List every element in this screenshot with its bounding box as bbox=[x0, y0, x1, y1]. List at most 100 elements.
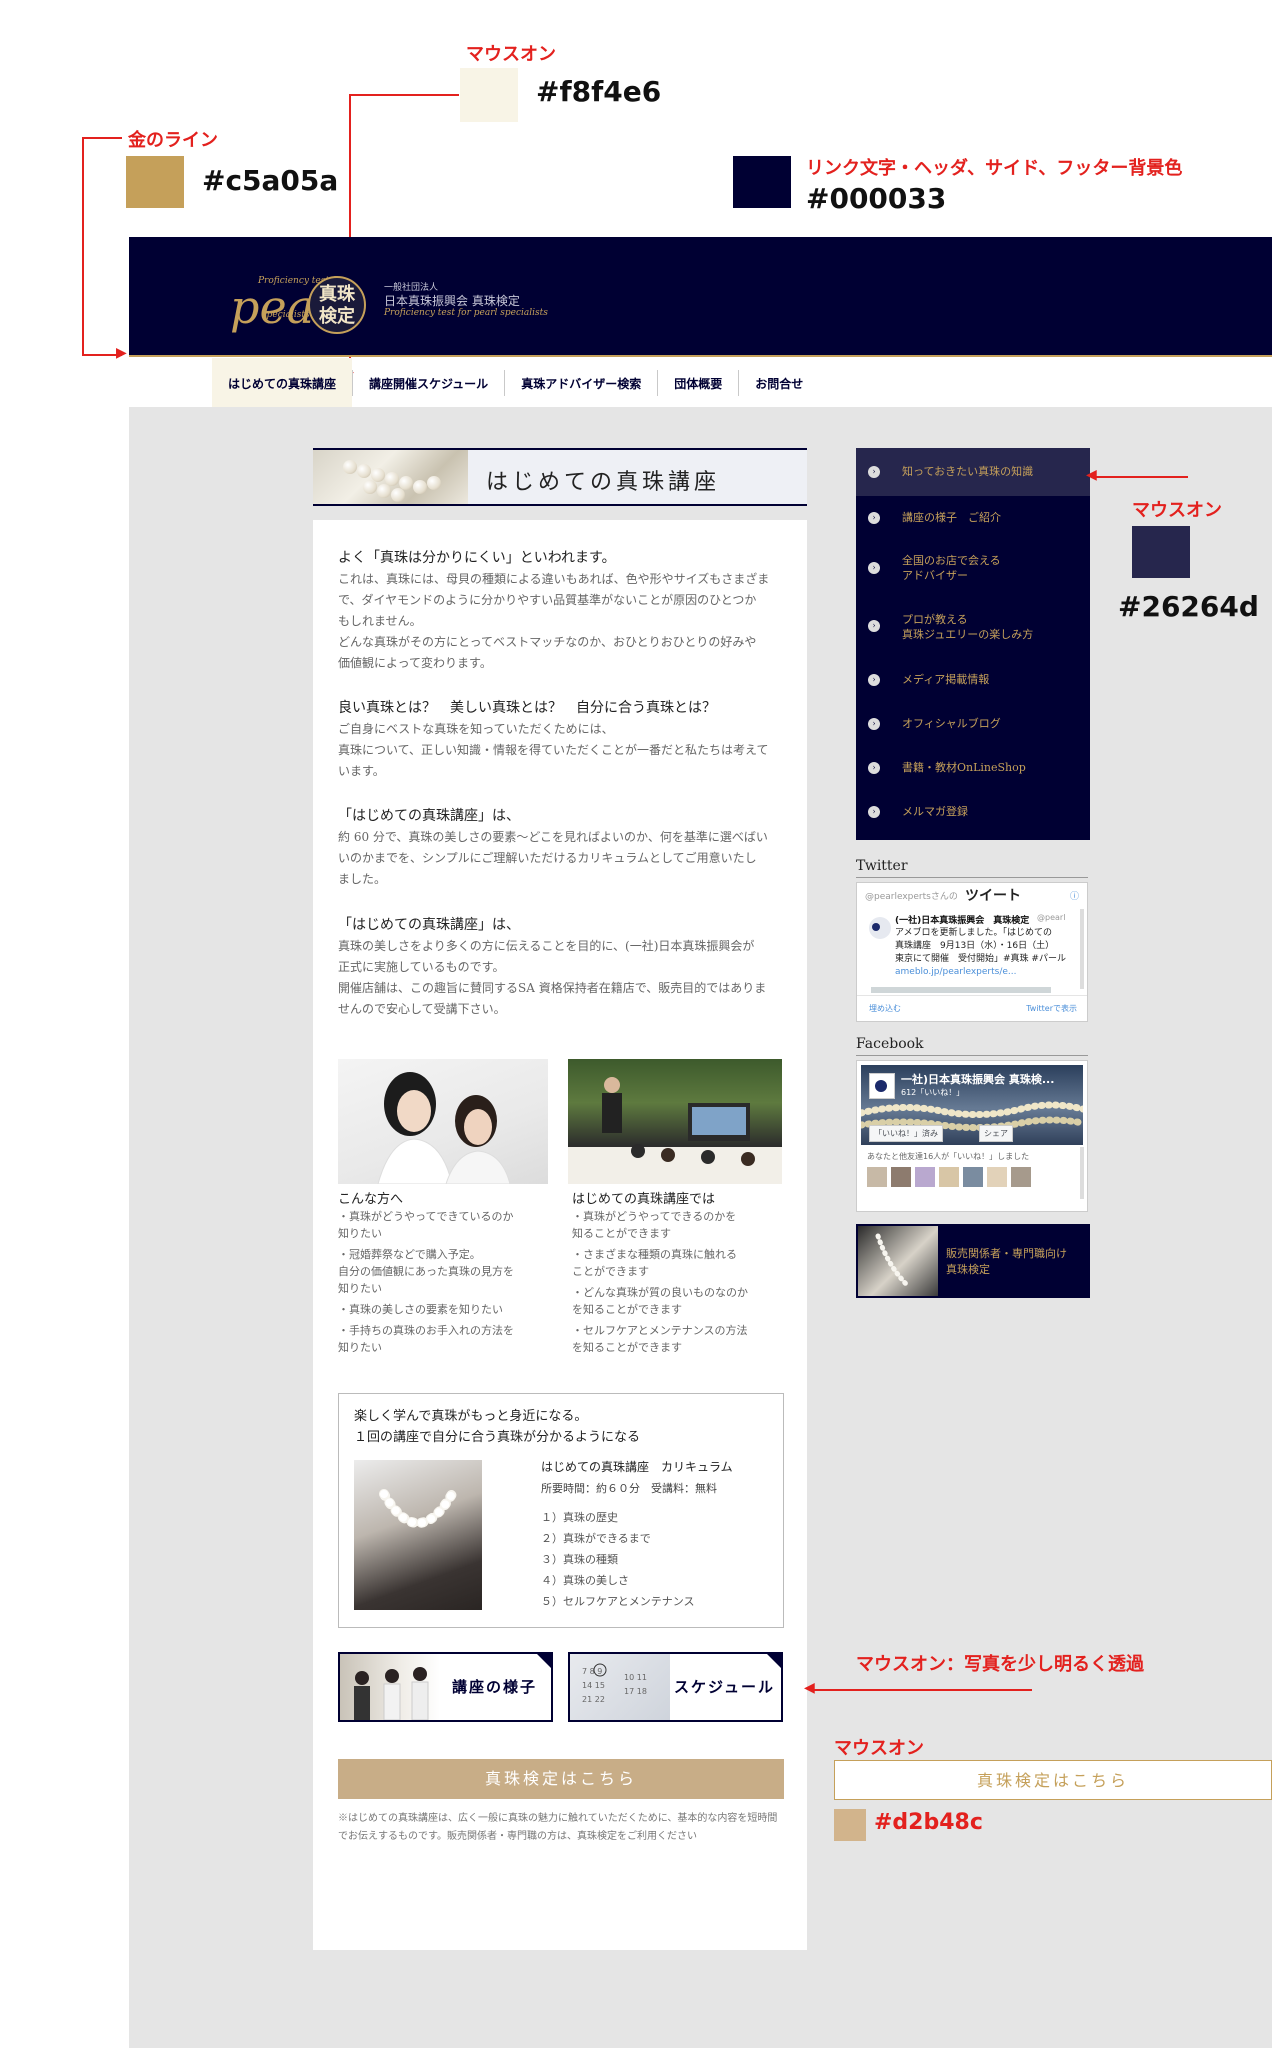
course-scene-photo bbox=[340, 1654, 440, 1720]
twitter-widget: @pearlexpertsさんの ツイート ⓘ (一社)日本真珠振興会 真珠検定… bbox=[856, 882, 1088, 1022]
gold-line bbox=[129, 355, 1272, 357]
curriculum-list: １）真珠の歴史 ２）真珠ができるまで ３）真珠の種類 ４）真珠の美しさ ５）セル… bbox=[541, 1507, 695, 1612]
swatch-cream bbox=[460, 68, 518, 122]
embed-link[interactable]: 埋め込む bbox=[869, 1003, 901, 1014]
tweet-handle: @pearl bbox=[1037, 913, 1066, 922]
benefit-list: ・真珠がどうやってできるのかを 知ることができます ・さまざまな種類の真珠に触れ… bbox=[572, 1208, 786, 1360]
paragraph-line: 正式に実施しているものです。 bbox=[338, 960, 505, 974]
pearls-image bbox=[313, 450, 468, 504]
annotation-arrow-icon: ▶ bbox=[116, 345, 127, 361]
side-menu-label: オフィシャルブログ bbox=[902, 717, 1001, 730]
facebook-friend-avatars bbox=[867, 1167, 1031, 1187]
avatar[interactable] bbox=[867, 1167, 887, 1187]
twitter-title: Twitter bbox=[856, 858, 908, 874]
chevron-right-icon: › bbox=[868, 562, 880, 574]
tweet-line: アメブロを更新しました。「はじめての bbox=[895, 928, 1053, 938]
list-item: ・手持ちの真珠のお手入れの方法を 知りたい bbox=[338, 1324, 514, 1354]
kentei-sidebar-banner[interactable]: 販売関係者・専門職向け 真珠検定 bbox=[856, 1224, 1090, 1298]
paragraph-line: せんので安心して受講下さい。 bbox=[338, 1002, 506, 1016]
annotation-button-hover-hex: #d2b48c bbox=[874, 1810, 983, 1835]
avatar[interactable] bbox=[963, 1167, 983, 1187]
course-note: ※はじめての真珠講座は、広く一般に真珠の魅力に触れていただくために、基本的な内容… bbox=[338, 1813, 778, 1842]
scrollbar[interactable] bbox=[1080, 909, 1084, 989]
avatar[interactable] bbox=[987, 1167, 1007, 1187]
scrollbar[interactable] bbox=[1080, 1147, 1084, 1199]
side-menu-label: 知っておきたい真珠の知識 bbox=[902, 465, 1034, 478]
logo-seal[interactable]: 真珠 検定 bbox=[308, 276, 366, 334]
avatar[interactable] bbox=[1011, 1167, 1031, 1187]
kentei-sidebar-label: 販売関係者・専門職向け 真珠検定 bbox=[946, 1247, 1067, 1276]
widget-divider bbox=[856, 1055, 1088, 1056]
view-on-twitter-link[interactable]: Twitterで表示 bbox=[1026, 1003, 1077, 1014]
calendar-photo: 7 8 9 14 15 21 22 10 11 17 18 bbox=[570, 1654, 670, 1720]
nav-item-about[interactable]: 団体概要 bbox=[658, 358, 738, 408]
curriculum-intro: 楽しく学んで真珠がもっと身近になる。 １回の講座で自分に合う真珠が分かるようにな… bbox=[354, 1406, 640, 1448]
facebook-friends-text: あなたと他友達16人が「いいね！」しました bbox=[867, 1152, 1030, 1161]
paragraph-line: もしれません。 bbox=[338, 614, 422, 628]
avatar[interactable] bbox=[915, 1167, 935, 1187]
annotation-arrow-icon: ◀ bbox=[1086, 467, 1097, 483]
nav-item-beginner-course[interactable]: はじめての真珠講座 bbox=[212, 358, 353, 408]
curriculum-title: はじめての真珠講座 カリキュラム bbox=[541, 1460, 733, 1474]
course-scene-banner[interactable]: 講座の様子 bbox=[338, 1652, 553, 1722]
women-photo bbox=[338, 1059, 548, 1184]
side-menu-item-blog[interactable]: › オフィシャルブログ bbox=[856, 702, 1090, 746]
paragraph-line: 価値観によって変わります。 bbox=[338, 656, 492, 670]
page-avatar[interactable] bbox=[869, 1073, 895, 1099]
side-menu-item-advisors[interactable]: › 全国のお店で会える アドバイザー bbox=[856, 540, 1090, 596]
banner-corner bbox=[767, 1654, 781, 1668]
avatar[interactable] bbox=[891, 1167, 911, 1187]
tweet-link[interactable]: ameblo.jp/pearlexperts/e... bbox=[895, 966, 1075, 979]
kentei-button[interactable]: 真珠検定はこちら bbox=[338, 1759, 784, 1799]
annotation-link-color-hex: #000033 bbox=[806, 182, 947, 215]
curriculum-item: ２）真珠ができるまで bbox=[541, 1532, 651, 1545]
paragraph-line: ご自身にベストな真珠を知っていただくためには、 bbox=[338, 722, 614, 736]
avatar[interactable] bbox=[869, 917, 891, 939]
side-menu-item-jewelry-tips[interactable]: › プロが教える 真珠ジュエリーの楽しみ方 bbox=[856, 596, 1090, 658]
side-menu: › 知っておきたい真珠の知識 › 講座の様子 ご紹介 › 全国のお店で会える ア… bbox=[856, 448, 1090, 840]
nav-item-schedule[interactable]: 講座開催スケジュール bbox=[353, 358, 504, 408]
facebook-liked-button[interactable]: 「いいね！」済み bbox=[869, 1125, 943, 1142]
facebook-cover[interactable]: 一社)日本真珠振興会 真珠検... 612「いいね！」 「いいね！」済み シェア bbox=[861, 1065, 1083, 1145]
side-menu-item-pearl-knowledge[interactable]: › 知っておきたい真珠の知識 bbox=[856, 448, 1090, 496]
paragraph-3: 「はじめての真珠講座」は、 約 60 分で、真珠の美しさの要素〜どこを見ればよい… bbox=[338, 805, 786, 890]
nav-item-contact[interactable]: お問合せ bbox=[739, 358, 819, 408]
info-icon[interactable]: ⓘ bbox=[1070, 889, 1079, 902]
curriculum-item: １）真珠の歴史 bbox=[541, 1511, 618, 1524]
swatch-tan bbox=[834, 1809, 866, 1841]
avatar[interactable] bbox=[939, 1167, 959, 1187]
page-title: はじめての真珠講座 bbox=[486, 470, 721, 495]
org-tagline: Proficiency test for pearl specialists bbox=[384, 308, 548, 318]
seal-line-1: 真珠 bbox=[319, 284, 355, 305]
target-list: ・真珠がどうやってできているのか 知りたい ・冠婚葬祭などで購入予定。 自分の価… bbox=[338, 1208, 548, 1360]
chevron-right-icon: › bbox=[868, 762, 880, 774]
paragraph-line: 開催店舗は、この趣旨に賛同するSA 資格保持者在籍店で、販売目的ではありま bbox=[338, 981, 767, 995]
facebook-page-name[interactable]: 一社)日本真珠振興会 真珠検... bbox=[901, 1071, 1054, 1087]
annotation-gold-line-hex: #c5a05a bbox=[202, 164, 339, 197]
tweet-line: 真珠講座 9月13日（水）・16日（土） bbox=[895, 941, 1055, 951]
paragraph-heading: 「はじめての真珠講座」は、 bbox=[338, 917, 520, 933]
chevron-right-icon: › bbox=[868, 512, 880, 524]
list-item: ・冠婚葬祭などで購入予定。 自分の価値観にあった真珠の見方を 知りたい bbox=[338, 1248, 514, 1295]
twitter-header: ツイート bbox=[965, 888, 1021, 904]
side-menu-item-course-scene[interactable]: › 講座の様子 ご紹介 bbox=[856, 496, 1090, 540]
facebook-share-button[interactable]: シェア bbox=[979, 1125, 1013, 1142]
svg-text:10 11: 10 11 bbox=[624, 1673, 647, 1682]
annotation-nav-hover-label: マウスオン bbox=[466, 44, 556, 65]
annotation-banner-hover-label: マウスオン：写真を少し明るく透過 bbox=[856, 1654, 1144, 1675]
annotation-nav-hover-hex: #f8f4e6 bbox=[536, 75, 662, 108]
page-title-bar: はじめての真珠講座 bbox=[313, 448, 807, 506]
side-menu-item-shop[interactable]: › 書籍・教材OnLineShop bbox=[856, 746, 1090, 790]
facebook-like-count: 612「いいね！」 bbox=[901, 1088, 965, 1097]
tweet-author[interactable]: (一社)日本真珠振興会 真珠検定 bbox=[895, 913, 1029, 926]
logo-tagline-bottom: specialists bbox=[262, 310, 310, 320]
side-menu-item-newsletter[interactable]: › メルマガ登録 bbox=[856, 790, 1090, 834]
side-menu-label: 全国のお店で会える アドバイザー bbox=[902, 554, 1001, 582]
schedule-banner[interactable]: 7 8 9 14 15 21 22 10 11 17 18 スケジュール bbox=[568, 1652, 783, 1722]
paragraph-line: で、ダイヤモンドのように分かりやすい品質基準がないことが原因のひとつか bbox=[338, 593, 757, 607]
nav-item-advisor-search[interactable]: 真珠アドバイザー検索 bbox=[505, 358, 657, 408]
list-item: ・真珠の美しさの要素を知りたい bbox=[338, 1303, 503, 1316]
side-menu-item-media[interactable]: › メディア掲載情報 bbox=[856, 658, 1090, 702]
chevron-right-icon: › bbox=[868, 806, 880, 818]
annotation-side-hover-hex: #26264d bbox=[1118, 590, 1259, 623]
